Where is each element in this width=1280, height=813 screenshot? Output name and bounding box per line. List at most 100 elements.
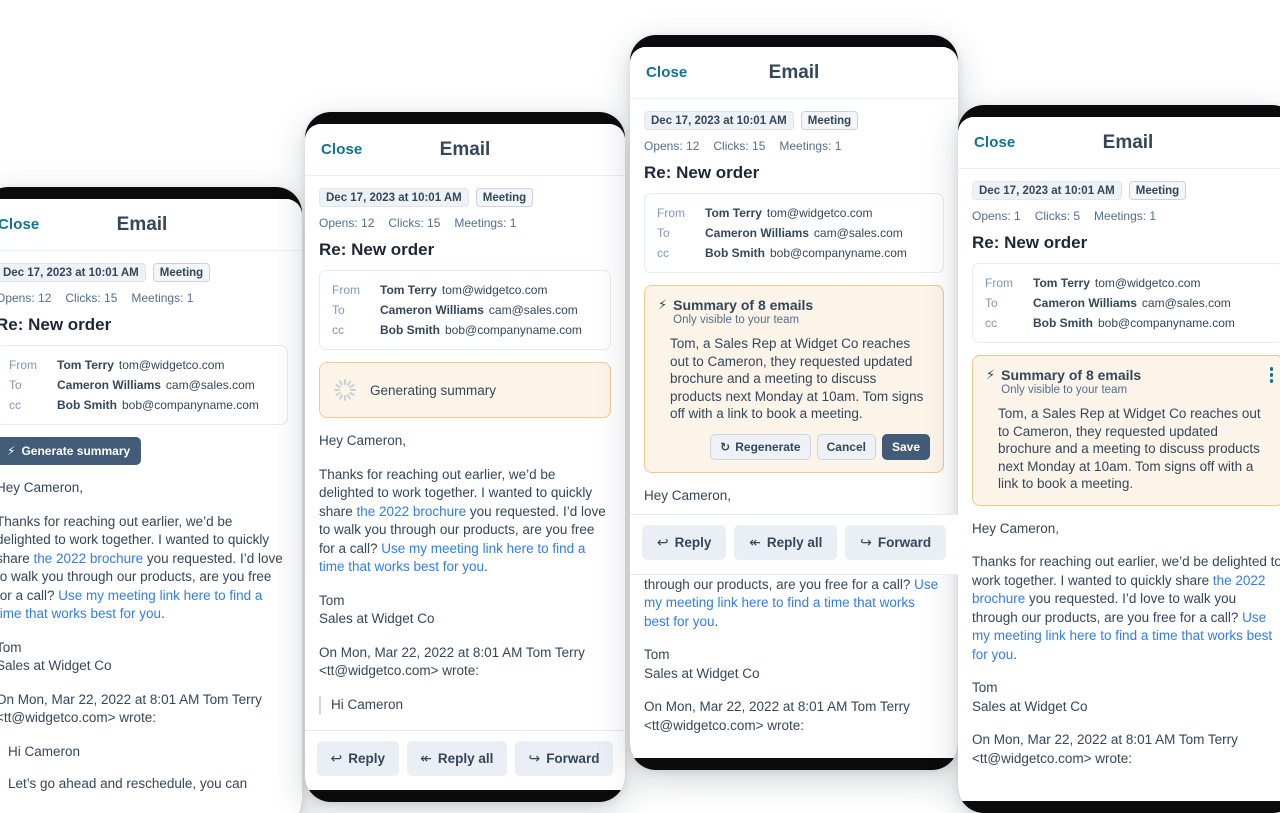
recipient-row-from: From Tom Terry tom@widgetco.com (332, 280, 598, 300)
quote-intro: On Mon, Mar 22, 2022 at 8:01 AM Tom Terr… (0, 691, 262, 726)
phone-mockup-2: Close Email Dec 17, 2023 at 10:01 AM Mee… (305, 112, 625, 802)
from-email: tom@widgetco.com (766, 206, 873, 220)
reply-button[interactable]: ↩ Reply (642, 525, 727, 560)
summary-action-row: ↻ Regenerate Cancel Save (658, 433, 930, 460)
summary-header: ⚡ Summary of 8 emails Only visible to yo… (986, 367, 1270, 396)
recipients-card: From Tom Terry tom@widgetco.com To Camer… (0, 345, 288, 425)
phone4-screen: Close Email Dec 17, 2023 at 10:01 AM Mee… (958, 117, 1280, 801)
reply-all-arrow-icon: ↞ (749, 534, 761, 550)
cc-email: bob@companyname.com (122, 398, 259, 412)
meeting-tag-pill: Meeting (152, 263, 211, 282)
close-button[interactable]: Close (646, 64, 687, 81)
regenerate-button[interactable]: ↻ Regenerate (710, 433, 811, 460)
summary-header: ⚡ Summary of 8 emails Only visible to yo… (658, 297, 930, 326)
email-greeting: Hey Cameron, (972, 520, 1060, 536)
recipient-row-cc: cc Bob Smith bob@companyname.com (657, 243, 931, 263)
meta-pill-row: Dec 17, 2023 at 10:01 AM Meeting (0, 263, 288, 282)
close-button[interactable]: Close (321, 141, 362, 158)
stat-opens: Opens: 1 (972, 209, 1021, 223)
email-paragraph-1: Thanks for reaching out earlier, we’d be… (0, 513, 288, 624)
from-name: Tom Terry (705, 206, 762, 220)
to-email: cam@sales.com (165, 378, 255, 392)
forward-button[interactable]: ↪ Forward (514, 741, 613, 776)
stat-opens: Opens: 12 (644, 139, 700, 153)
to-email: cam@sales.com (488, 303, 578, 317)
to-name: Cameron Williams (705, 226, 809, 240)
cancel-button[interactable]: Cancel (816, 433, 876, 460)
quote-greeting: Hi Cameron (8, 743, 81, 759)
generate-summary-button[interactable]: ⚡ Generate summary (0, 437, 142, 465)
email-subject: Re: New order (319, 240, 435, 259)
forward-arrow-icon: ↪ (528, 750, 541, 766)
cc-label: cc (9, 398, 21, 412)
quote-intro: On Mon, Mar 22, 2022 at 8:01 AM Tom Terr… (319, 644, 585, 679)
signature-role: Sales at Widget Co (644, 665, 760, 681)
from-email: tom@widgetco.com (118, 358, 225, 372)
recipient-row-to: To Cameron Williams cam@sales.com (9, 375, 275, 395)
quote-intro: On Mon, Mar 22, 2022 at 8:01 AM Tom Terr… (644, 699, 910, 733)
reply-arrow-icon: ↩ (330, 750, 343, 766)
email-signature: Tom Sales at Widget Co (644, 646, 944, 683)
cc-name: Bob Smith (380, 323, 440, 337)
meeting-tag-pill: Meeting (1128, 181, 1187, 200)
date-pill: Dec 17, 2023 at 10:01 AM (972, 181, 1122, 200)
bolt-icon: ⚡ (658, 297, 668, 312)
reply-all-button[interactable]: ↞ Reply all (734, 525, 838, 560)
engagement-stats: Opens: 1 Clicks: 5 Meetings: 1 (972, 209, 1280, 223)
brochure-link[interactable]: the 2022 brochure (34, 551, 144, 566)
phone3-body: Dec 17, 2023 at 10:01 AM Meeting Opens: … (630, 99, 958, 758)
meta-pill-row: Dec 17, 2023 at 10:01 AM Meeting (972, 181, 1280, 200)
signature-name: Tom (972, 680, 998, 695)
save-button[interactable]: Save (881, 433, 930, 460)
cc-email: bob@companyname.com (445, 323, 582, 337)
close-button[interactable]: Close (974, 134, 1015, 151)
summary-text: Tom, a Sales Rep at Widget Co reaches ou… (670, 336, 924, 421)
brochure-link[interactable]: the 2022 brochure (357, 504, 467, 519)
summary-text: Tom, a Sales Rep at Widget Co reaches ou… (998, 406, 1261, 491)
cc-email: bob@companyname.com (1098, 316, 1235, 330)
engagement-stats: Opens: 12 Clicks: 15 Meetings: 1 (644, 139, 944, 153)
generating-summary-card: Generating summary (319, 362, 611, 418)
forward-button[interactable]: ↪ Forward (845, 525, 947, 560)
recipient-row-cc: cc Bob Smith bob@companyname.com (332, 320, 598, 340)
recipient-row-to: To Cameron Williams cam@sales.com (985, 293, 1271, 313)
quoted-message: Hi Cameron Let’s go ahead and reschedule… (0, 743, 288, 794)
to-name: Cameron Williams (380, 303, 484, 317)
reply-action-bar: ↩ Reply ↞ Reply all ↪ Forward (305, 730, 625, 790)
recipient-row-to: To Cameron Williams cam@sales.com (657, 223, 931, 243)
signature-role: Sales at Widget Co (319, 611, 435, 626)
more-options-icon[interactable] (1269, 367, 1273, 383)
cc-email: bob@companyname.com (770, 246, 907, 260)
forward-label: Forward (877, 535, 932, 550)
summary-title: Summary of 8 emails (1001, 367, 1142, 383)
from-label: From (657, 206, 685, 220)
quote-intro: On Mon, Mar 22, 2022 at 8:01 AM Tom Terr… (972, 732, 1238, 766)
stat-opens: Opens: 12 (0, 291, 52, 305)
summary-subtitle: Only visible to your team (1001, 384, 1128, 396)
engagement-stats: Opens: 12 Clicks: 15 Meetings: 1 (0, 291, 288, 305)
cc-name: Bob Smith (705, 246, 765, 260)
phone4-header: Close Email (958, 117, 1280, 169)
stat-clicks: Clicks: 15 (388, 216, 441, 230)
from-name: Tom Terry (380, 283, 437, 297)
reply-button[interactable]: ↩ Reply (317, 741, 399, 776)
meeting-tag-pill: Meeting (475, 188, 534, 207)
reply-label: Reply (674, 535, 712, 550)
meta-pill-row: Dec 17, 2023 at 10:01 AM Meeting (644, 111, 944, 130)
date-pill: Dec 17, 2023 at 10:01 AM (0, 263, 146, 282)
phone3-header: Close Email (630, 47, 958, 99)
phone-mockup-1: Close Email Dec 17, 2023 at 10:01 AM Mee… (0, 187, 302, 813)
to-name: Cameron Williams (1033, 296, 1137, 310)
email-greeting: Hey Cameron, (0, 480, 84, 495)
close-button[interactable]: Close (0, 216, 39, 233)
ai-summary-card: ⚡ Summary of 8 emails Only visible to yo… (972, 355, 1280, 506)
loading-spinner-icon (334, 379, 356, 401)
recipient-row-cc: cc Bob Smith bob@companyname.com (9, 395, 275, 415)
quote-greeting: Hi Cameron (331, 696, 404, 712)
recipient-row-from: From Tom Terry tom@widgetco.com (657, 203, 931, 223)
page-title: Email (116, 213, 168, 235)
phone1-header: Close Email (0, 199, 302, 251)
stat-clicks: Clicks: 15 (65, 291, 118, 305)
reply-all-button[interactable]: ↞ Reply all (406, 741, 507, 776)
email-signature: Tom Sales at Widget Co (319, 592, 611, 629)
